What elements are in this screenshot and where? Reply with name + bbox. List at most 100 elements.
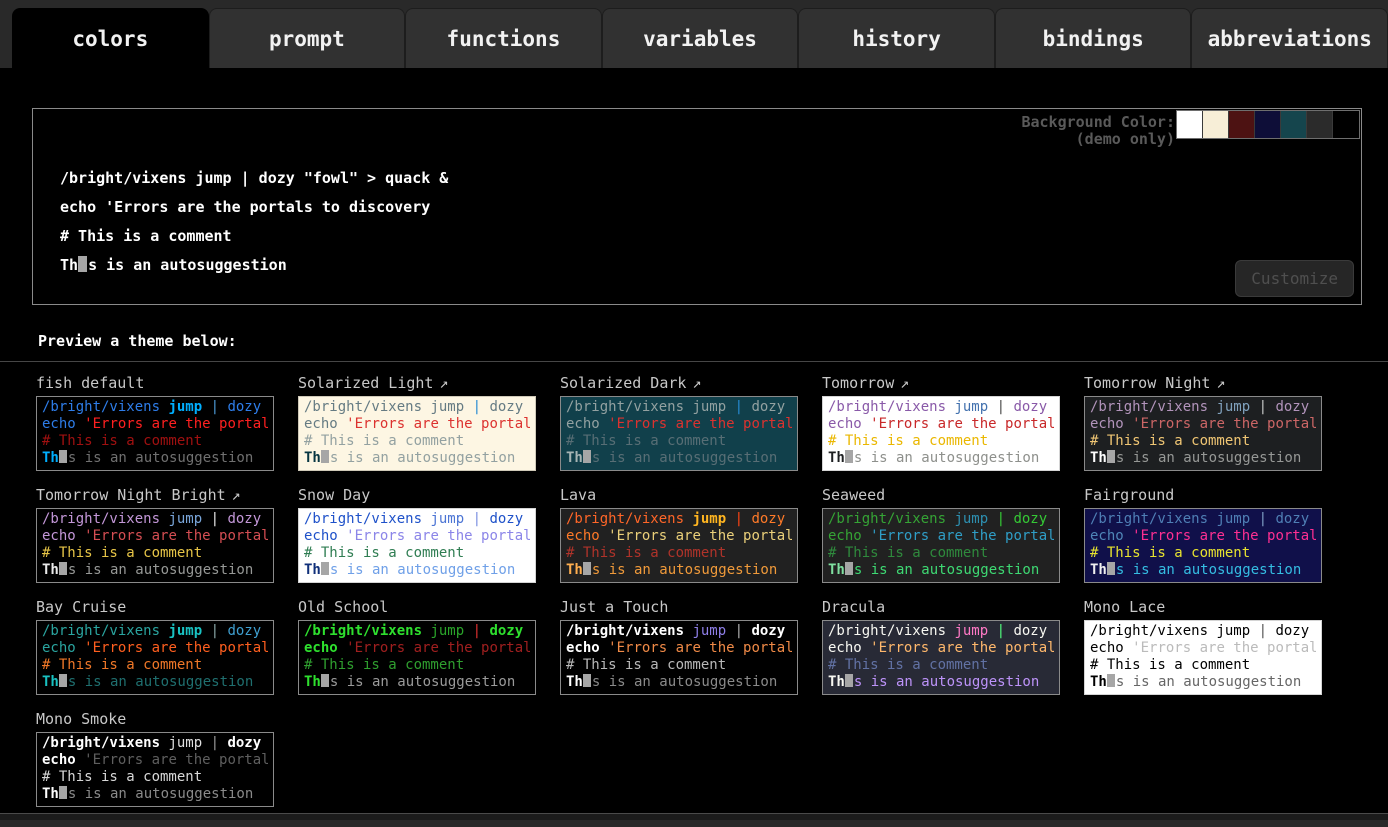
theme-card-bay-cruise[interactable]: /bright/vixens jump | dozy "fowl" > quac… <box>36 620 274 695</box>
code-segment-comment: # This is a comment <box>566 433 726 449</box>
code-segment-typed: Th <box>42 450 59 466</box>
code-line: /bright/vixens jump | dozy "fowl" > quac… <box>42 735 268 752</box>
tab-variables[interactable]: variables <box>602 8 799 68</box>
external-link-icon[interactable]: ↗ <box>692 374 701 392</box>
code-line: echo 'Errors are the portals to discover… <box>1090 528 1316 545</box>
code-line: /bright/vixens jump | dozy "fowl" > quac… <box>42 623 268 640</box>
code-segment-pipe: | <box>735 399 752 415</box>
code-segment-typed: Th <box>1090 450 1107 466</box>
bg-swatch-6[interactable] <box>1333 111 1359 138</box>
code-segment-echo: echo <box>1090 416 1132 432</box>
code-segment-comment: # This is a comment <box>42 769 202 785</box>
code-line: echo 'Errors are the portals to discover… <box>828 416 1054 433</box>
code-segment-dozy: dozy <box>489 399 530 415</box>
tab-colors[interactable]: colors <box>12 8 209 68</box>
code-line: Ths is an autosuggestion <box>42 450 268 467</box>
code-line: /bright/vixens jump | dozy "fowl" > quac… <box>42 511 268 528</box>
code-segment-jump: jump <box>692 511 734 527</box>
code-line: Ths is an autosuggestion <box>828 450 1054 467</box>
bg-swatch-2[interactable] <box>1229 111 1255 138</box>
code-segment-sugg: s is an autosuggestion <box>1116 562 1301 578</box>
theme-card-old-school[interactable]: /bright/vixens jump | dozy "fowl" > quac… <box>298 620 536 695</box>
code-segment-comment: # This is a comment <box>828 545 988 561</box>
theme-title: Mono Smoke <box>36 710 274 728</box>
code-segment-path: /bright/vixens <box>42 511 168 527</box>
code-segment-echo: echo <box>566 640 608 656</box>
theme-title: Tomorrow↗ <box>822 374 1060 392</box>
theme-card-fairground[interactable]: /bright/vixens jump | dozy "fowl" > quac… <box>1084 508 1322 583</box>
tab-functions[interactable]: functions <box>405 8 602 68</box>
theme-card-tomorrow-night[interactable]: /bright/vixens jump | dozy "fowl" > quac… <box>1084 396 1322 471</box>
external-link-icon[interactable]: ↗ <box>439 374 448 392</box>
code-segment-path: /bright/vixens <box>42 399 168 415</box>
theme-card-just-a-touch[interactable]: /bright/vixens jump | dozy "fowl" > quac… <box>560 620 798 695</box>
theme-title: Lava <box>560 486 798 504</box>
code-line: Ths is an autosuggestion <box>566 674 792 691</box>
external-link-icon[interactable]: ↗ <box>900 374 909 392</box>
code-segment-error: 'Errors are the portals to discovery <box>84 752 268 768</box>
theme-card-seaweed[interactable]: /bright/vixens jump | dozy "fowl" > quac… <box>822 508 1060 583</box>
tab-prompt[interactable]: prompt <box>209 8 406 68</box>
theme-card-solarized-dark[interactable]: /bright/vixens jump | dozy "fowl" > quac… <box>560 396 798 471</box>
code-segment-path: /bright/vixens <box>1090 399 1216 415</box>
code-line: /bright/vixens jump | dozy "fowl" > quac… <box>828 511 1054 528</box>
external-link-icon[interactable]: ↗ <box>1216 374 1225 392</box>
cursor-block <box>1107 562 1115 575</box>
theme-cell: Solarized Light↗/bright/vixens jump | do… <box>298 374 536 471</box>
bg-swatch-3[interactable] <box>1255 111 1281 138</box>
theme-cell: Bay Cruise/bright/vixens jump | dozy "fo… <box>36 598 274 695</box>
theme-card-snow-day[interactable]: /bright/vixens jump | dozy "fowl" > quac… <box>298 508 536 583</box>
code-segment-comment: # This is a comment <box>42 545 202 561</box>
code-segment-error: 'Errors are the portals to discovery <box>608 640 792 656</box>
code-line: echo 'Errors are the portals to discover… <box>1090 416 1316 433</box>
theme-card-tomorrow[interactable]: /bright/vixens jump | dozy "fowl" > quac… <box>822 396 1060 471</box>
theme-card-dracula[interactable]: /bright/vixens jump | dozy "fowl" > quac… <box>822 620 1060 695</box>
code-line: # This is a comment <box>828 433 1054 450</box>
tab-abbreviations[interactable]: abbreviations <box>1191 8 1388 68</box>
code-segment-path: /bright/vixens <box>828 623 954 639</box>
theme-card-fish-default[interactable]: /bright/vixens jump | dozy "fowl" > quac… <box>36 396 274 471</box>
code-segment-pipe: | <box>1259 623 1276 639</box>
theme-card-lava[interactable]: /bright/vixens jump | dozy "fowl" > quac… <box>560 508 798 583</box>
code-line: /bright/vixens jump | dozy "fowl" > quac… <box>304 399 530 416</box>
customize-button[interactable]: Customize <box>1235 260 1354 297</box>
code-segment-typed: Th <box>304 562 321 578</box>
code-segment-typed: Th <box>566 450 583 466</box>
preview-theme-heading: Preview a theme below: <box>38 332 1388 351</box>
code-segment-pipe: | <box>473 623 490 639</box>
background-swatch-strip <box>1176 110 1360 139</box>
tab-history[interactable]: history <box>798 8 995 68</box>
theme-card-mono-lace[interactable]: /bright/vixens jump | dozy "fowl" > quac… <box>1084 620 1322 695</box>
code-line: /bright/vixens jump | dozy "fowl" > quac… <box>828 623 1054 640</box>
code-segment-sugg: s is an autosuggestion <box>1116 674 1301 690</box>
external-link-icon[interactable]: ↗ <box>232 486 241 504</box>
code-line: /bright/vixens jump | dozy "fowl" > quac… <box>304 623 530 640</box>
bg-swatch-4[interactable] <box>1281 111 1307 138</box>
code-segment-dozy: dozy <box>1275 511 1316 527</box>
bg-swatch-1[interactable] <box>1203 111 1229 138</box>
code-segment-dozy: dozy <box>1013 623 1054 639</box>
code-line: Ths is an autosuggestion <box>42 786 268 803</box>
theme-card-solarized-light[interactable]: /bright/vixens jump | dozy "fowl" > quac… <box>298 396 536 471</box>
theme-card-tomorrow-night-bright[interactable]: /bright/vixens jump | dozy "fowl" > quac… <box>36 508 274 583</box>
bg-swatch-5[interactable] <box>1307 111 1333 138</box>
theme-cell: Snow Day/bright/vixens jump | dozy "fowl… <box>298 486 536 583</box>
code-line: Ths is an autosuggestion <box>42 562 268 579</box>
code-segment-path: /bright/vixens <box>566 399 692 415</box>
code-segment-echo: echo <box>566 416 608 432</box>
cursor-block <box>1107 674 1115 687</box>
code-segment-jump: jump <box>430 399 472 415</box>
code-segment-comment: # This is a comment <box>1090 545 1250 561</box>
code-segment-dozy: dozy <box>751 623 792 639</box>
code-segment-jump: jump <box>430 511 472 527</box>
theme-card-mono-smoke[interactable]: /bright/vixens jump | dozy "fowl" > quac… <box>36 732 274 807</box>
code-segment-error: 'Errors are the portals to discovery <box>84 640 268 656</box>
theme-cell: Seaweed/bright/vixens jump | dozy "fowl"… <box>822 486 1060 583</box>
code-segment-typed: Th <box>566 674 583 690</box>
code-segment-jump: jump <box>168 399 210 415</box>
bg-swatch-0[interactable] <box>1177 111 1203 138</box>
code-segment-path: /bright/vixens <box>566 623 692 639</box>
code-segment-pipe: | <box>735 511 752 527</box>
theme-title: Dracula <box>822 598 1060 616</box>
tab-bindings[interactable]: bindings <box>995 8 1192 68</box>
